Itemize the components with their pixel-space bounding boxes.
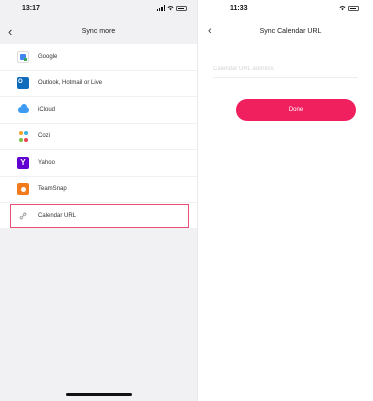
list-item-icloud[interactable]: iCloud: [0, 97, 197, 124]
sync-source-list: Google Outlook, Hotmail or Live iCloud C…: [0, 44, 197, 228]
status-icons: [156, 5, 187, 11]
status-time: 13:17: [22, 5, 40, 12]
list-item-label: Yahoo: [38, 159, 55, 166]
page-title: Sync Calendar URL: [259, 28, 322, 35]
signal-icon: [156, 5, 165, 11]
nav-bar: ‹ Sync Calendar URL: [198, 22, 373, 42]
icloud-icon: [17, 103, 29, 116]
yahoo-icon: Y: [17, 156, 29, 169]
list-item-cozi[interactable]: Cozi: [0, 124, 197, 150]
list-item-teamsnap[interactable]: TeamSnap: [0, 177, 197, 203]
page-title: Sync more: [81, 28, 116, 35]
wifi-icon: [339, 6, 346, 11]
list-item-yahoo[interactable]: Y Yahoo: [0, 150, 197, 177]
google-calendar-icon: [17, 50, 29, 63]
list-item-calendar-url[interactable]: Calendar URL: [10, 204, 189, 228]
teamsnap-icon: [17, 183, 29, 196]
nav-bar: ‹ Sync more: [0, 22, 197, 42]
status-icons: [339, 5, 359, 11]
sync-more-screen: 13:17 ‹ Sync more Google Outlook, Hotmai…: [0, 0, 197, 401]
calendar-url-input[interactable]: [213, 60, 358, 78]
wifi-icon: [167, 6, 174, 11]
outlook-icon: [17, 77, 29, 90]
list-item-label: Cozi: [38, 133, 51, 140]
list-item-label: TeamSnap: [38, 186, 67, 193]
list-item-google[interactable]: Google: [0, 44, 197, 71]
list-item-label: Outlook, Hotmail or Live: [38, 80, 103, 87]
home-indicator: [66, 393, 132, 396]
link-icon: [17, 210, 29, 222]
sync-calendar-url-screen: 11:33 ‹ Sync Calendar URL Done: [198, 0, 373, 401]
status-bar: 13:17: [0, 0, 197, 18]
done-button[interactable]: Done: [236, 99, 356, 121]
status-time: 11:33: [230, 5, 248, 12]
cozi-icon: [17, 130, 29, 142]
list-item-label: Google: [38, 53, 58, 60]
battery-icon: [176, 5, 187, 11]
list-item-label: Calendar URL: [38, 213, 77, 219]
list-item-label: iCloud: [38, 106, 56, 113]
status-bar: 11:33: [198, 0, 373, 18]
battery-icon: [348, 5, 359, 11]
list-item-outlook[interactable]: Outlook, Hotmail or Live: [0, 71, 197, 97]
